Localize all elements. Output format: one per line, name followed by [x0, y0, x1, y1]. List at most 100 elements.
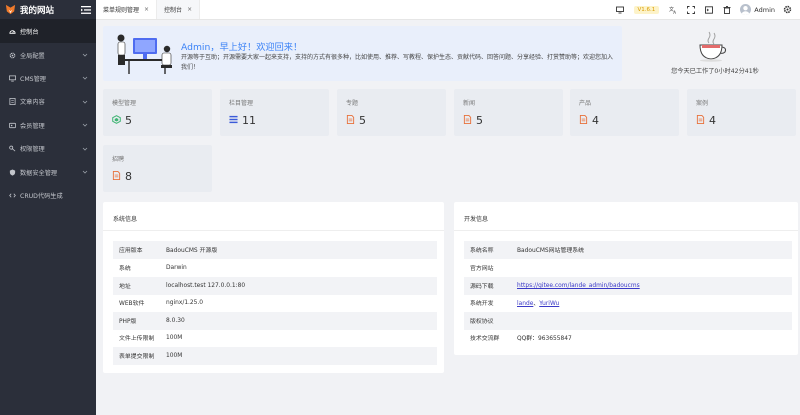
info-row: 系统名称 BadouCMS网站管理系统	[464, 241, 792, 259]
stat-title: 模型管理	[112, 100, 137, 107]
sidebar-item-crud[interactable]: CRUD代码生成	[0, 184, 96, 207]
info-row: PHP版 8.0.30	[113, 312, 437, 330]
stat-value: 5	[359, 114, 366, 127]
stat-value: 11	[242, 114, 256, 127]
stat-card-columns[interactable]: 栏目管理 11	[220, 89, 329, 136]
sidebar-item-permissions[interactable]: 权限管理	[0, 137, 96, 160]
stat-card-topics[interactable]: 专题 5	[337, 89, 446, 136]
avatar	[740, 4, 752, 15]
info-row: 表单提交限制 100M	[113, 347, 437, 365]
stat-card-jobs[interactable]: 招聘 8	[103, 145, 212, 192]
info-row: 官方网站	[464, 259, 792, 277]
sidebar-item-label: 数据安全管理	[20, 169, 58, 177]
divider	[454, 230, 798, 231]
info-key: 版权协议	[470, 319, 494, 326]
stat-title: 招聘	[112, 156, 125, 163]
sidebar-item-label: 文章内容	[20, 99, 45, 107]
chevron-down-icon	[82, 147, 88, 151]
fox-logo-icon	[5, 4, 16, 15]
file-icon	[112, 171, 121, 180]
chevron-down-icon	[82, 100, 88, 104]
sidebar-item-data-security[interactable]: 数据安全管理	[0, 160, 96, 183]
fullscreen-icon[interactable]	[682, 0, 700, 20]
sidebar-item-cms[interactable]: CMS管理	[0, 67, 96, 90]
info-key: 地址	[119, 284, 131, 291]
dashboard-icon	[8, 28, 16, 36]
sidebar-item-dashboard[interactable]: 控制台	[0, 20, 96, 44]
translate-icon[interactable]: 文A	[664, 0, 682, 20]
sidebar-item-members[interactable]: 会员管理	[0, 114, 96, 137]
coffee-cup-icon	[699, 31, 727, 62]
sidebar-item-global-config[interactable]: 全局配置	[0, 43, 96, 66]
work-time-text: 您今天已工作了0小时42分41秒	[671, 68, 759, 75]
stat-card-products[interactable]: 产品 4	[570, 89, 679, 136]
stat-value: 5	[125, 114, 132, 127]
stat-title: 产品	[579, 100, 592, 107]
stat-card-models[interactable]: 模型管理 5	[103, 89, 212, 136]
shield-icon	[8, 168, 16, 176]
model-cube-icon	[112, 115, 121, 124]
sidebar-item-label: 控制台	[20, 29, 39, 37]
sidebar-item-label: 会员管理	[20, 122, 45, 130]
version-badge: V1.6.1	[633, 5, 660, 14]
file-icon	[346, 115, 355, 124]
stat-card-news[interactable]: 新闻 5	[454, 89, 563, 136]
monitor-icon[interactable]	[611, 0, 629, 20]
settings-gear-icon[interactable]	[778, 0, 796, 20]
close-icon[interactable]: ×	[187, 6, 192, 13]
terminal-icon[interactable]	[700, 0, 718, 20]
info-row: 技术交流群 QQ群：963655847	[464, 329, 792, 347]
info-row: 版权协议	[464, 312, 792, 330]
info-value: lande、YuriWu	[517, 298, 792, 307]
file-icon	[696, 115, 705, 124]
code-icon	[8, 191, 16, 199]
work-time-panel: 您今天已工作了0小时42分41秒	[640, 26, 790, 81]
trash-icon[interactable]	[718, 0, 736, 20]
sidebar-item-label: 权限管理	[20, 146, 45, 154]
welcome-heading: Admin，早上好！欢迎回来！	[181, 42, 303, 53]
member-card-icon	[8, 121, 16, 129]
sidebar-item-label: 全局配置	[20, 52, 45, 60]
menu-collapse-icon[interactable]	[81, 5, 91, 14]
info-key: 应用版本	[119, 248, 143, 255]
info-value: 100M	[166, 352, 183, 359]
info-key: 文件上传限制	[119, 336, 155, 343]
developer-link[interactable]: lande	[517, 301, 533, 307]
monitor-icon	[8, 74, 16, 82]
info-row: 系统开发 lande、YuriWu	[464, 294, 792, 312]
stat-card-cases[interactable]: 案例 4	[687, 89, 796, 136]
info-value: BadouCMS 开源版	[166, 248, 218, 255]
list-icon	[229, 115, 238, 124]
info-value: localhost.test 127.0.0.1:80	[166, 282, 246, 289]
developer-link[interactable]: YuriWu	[539, 301, 559, 307]
tab-menu-rules[interactable]: 菜单规则管理 ×	[96, 0, 158, 19]
stat-value: 8	[125, 170, 132, 183]
user-menu[interactable]: Admin	[740, 4, 775, 15]
info-key: WEB软件	[119, 301, 145, 308]
welcome-banner: Admin，早上好！欢迎回来！ 开源等于互助；开源需要大家一起来支持，支持的方式…	[103, 26, 622, 81]
stat-title: 新闻	[463, 100, 476, 107]
key-icon	[8, 145, 16, 153]
workspace-illustration-icon	[117, 34, 172, 74]
chevron-down-icon	[82, 170, 88, 174]
info-value: 100M	[166, 334, 183, 341]
toolbar: V1.6.1 文A Admin	[611, 0, 800, 19]
top-bar: 菜单规则管理 × 控制台 × V1.6.1 文A Admin	[96, 0, 800, 20]
sidebar-nav: 控制台 全局配置 CMS管理 文章内容 会员管理 权限管理 数据安全管理 CRU…	[0, 20, 96, 207]
info-row: 系统 Darwin	[113, 259, 437, 277]
document-icon	[8, 98, 16, 106]
sidebar-item-label: CMS管理	[20, 75, 46, 83]
close-icon[interactable]: ×	[144, 6, 149, 13]
dev-info-panel: 开发信息 系统名称 BadouCMS网站管理系统 官方网站 源码下载 https…	[454, 202, 798, 355]
sidebar-item-articles[interactable]: 文章内容	[0, 90, 96, 113]
tab-label: 菜单规则管理	[103, 7, 140, 14]
info-key: 官方网站	[470, 266, 494, 273]
tab-label: 控制台	[164, 7, 183, 14]
chevron-down-icon	[82, 123, 88, 127]
info-key: 系统开发	[470, 301, 494, 308]
system-info-panel: 系统信息 应用版本 BadouCMS 开源版 系统 Darwin 地址 loca…	[103, 202, 444, 373]
source-download-link[interactable]: https://gitee.com/lande_admin/badoucms	[517, 283, 640, 289]
tab-dashboard[interactable]: 控制台 ×	[157, 0, 201, 19]
info-key: 表单提交限制	[119, 354, 155, 361]
info-value: 8.0.30	[166, 317, 185, 324]
